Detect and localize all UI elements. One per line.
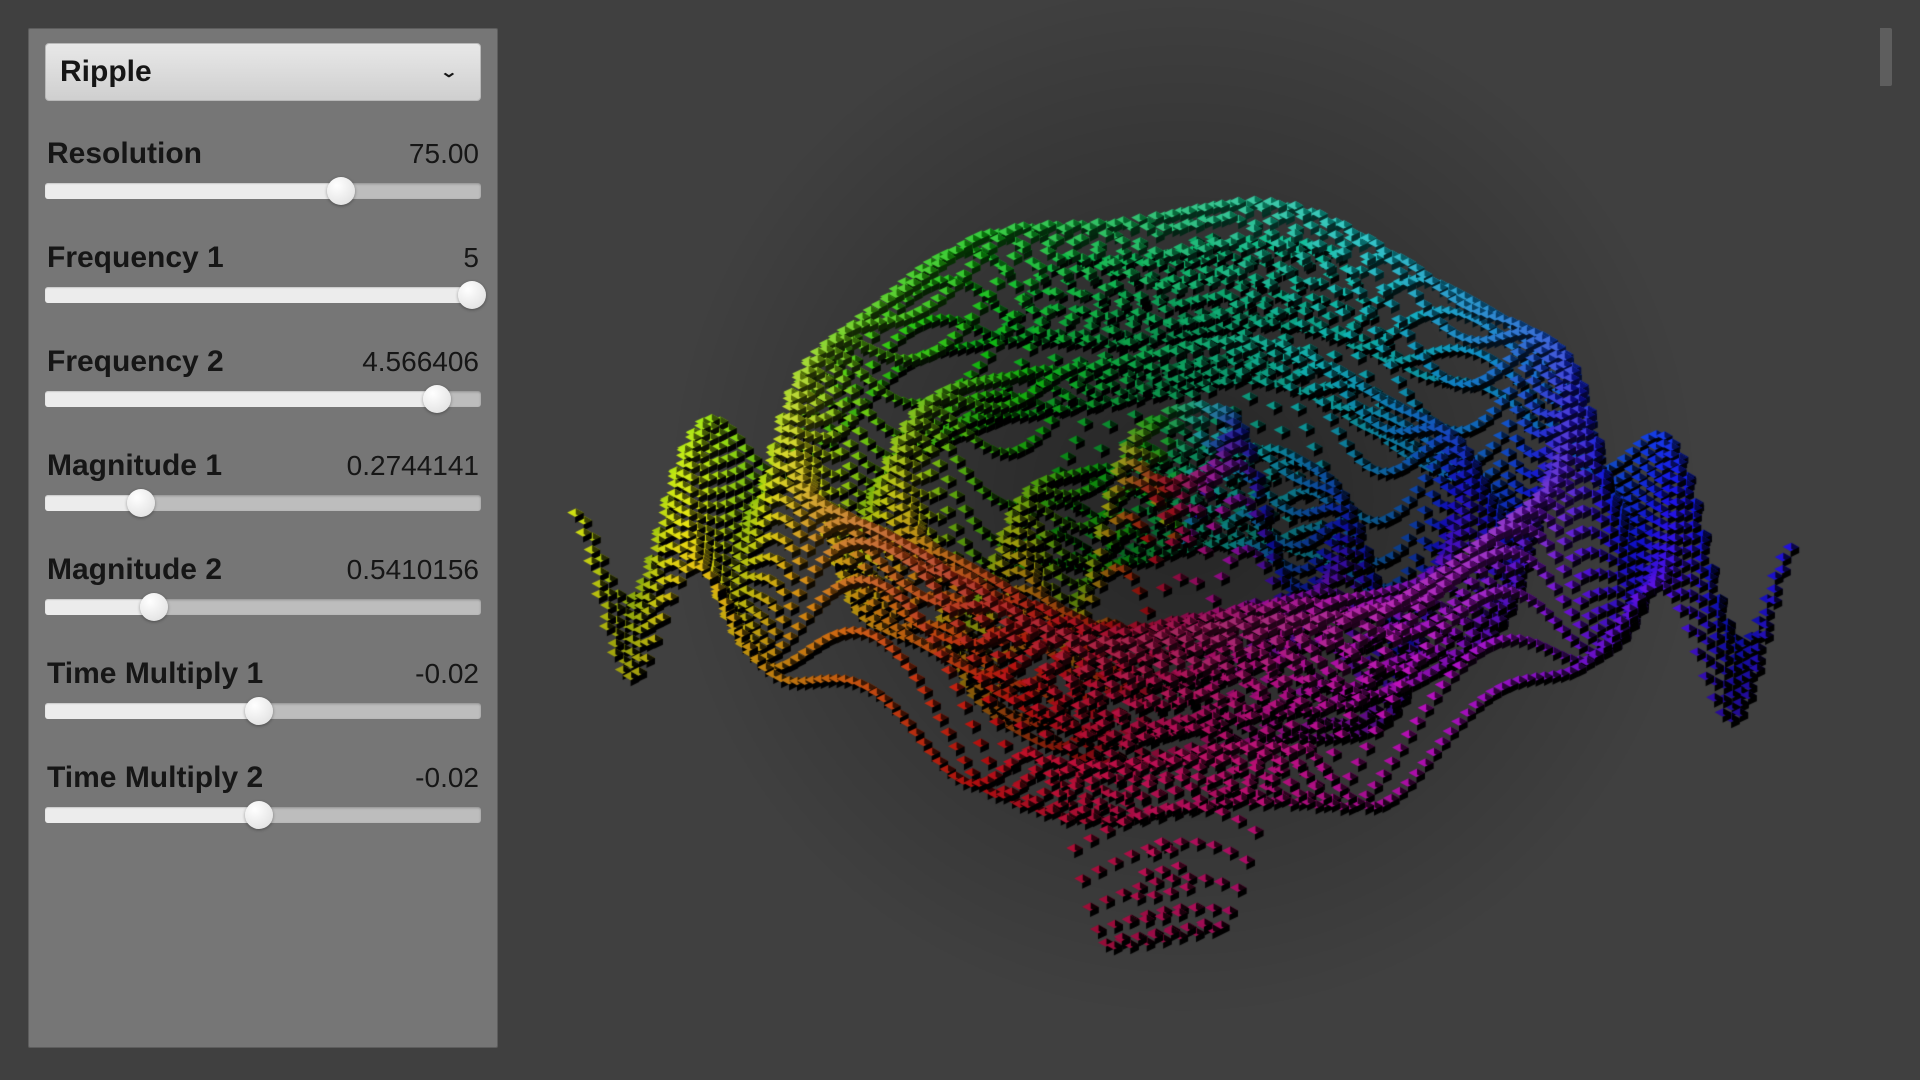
slider[interactable] xyxy=(45,281,481,309)
param-resolution: Resolution 75.00 xyxy=(45,137,481,205)
param-value: 0.5410156 xyxy=(347,554,479,586)
slider-thumb[interactable] xyxy=(140,593,168,621)
param-label: Magnitude 2 xyxy=(47,553,222,587)
slider[interactable] xyxy=(45,593,481,621)
slider-thumb[interactable] xyxy=(458,281,486,309)
slider[interactable] xyxy=(45,801,481,829)
param-magnitude-2: Magnitude 2 0.5410156 xyxy=(45,553,481,621)
surface-canvas xyxy=(540,0,1880,1080)
param-frequency-1: Frequency 1 5 xyxy=(45,241,481,309)
slider[interactable] xyxy=(45,385,481,413)
control-panel: Ripple ⌄ Resolution75.00Frequency 15Freq… xyxy=(28,28,498,1048)
param-value: -0.02 xyxy=(415,658,479,690)
slider-thumb[interactable] xyxy=(127,489,155,517)
function-dropdown[interactable]: Ripple ⌄ xyxy=(45,43,481,101)
slider-thumb[interactable] xyxy=(423,385,451,413)
param-label: Resolution xyxy=(47,137,202,171)
param-time-multiply-1: Time Multiply 1 -0.02 xyxy=(45,657,481,725)
param-label: Time Multiply 2 xyxy=(47,761,263,795)
param-label: Time Multiply 1 xyxy=(47,657,263,691)
param-label: Frequency 1 xyxy=(47,241,224,275)
param-value: 75.00 xyxy=(409,138,479,170)
param-label: Frequency 2 xyxy=(47,345,224,379)
param-value: 4.566406 xyxy=(362,346,479,378)
slider[interactable] xyxy=(45,697,481,725)
param-value: 0.2744141 xyxy=(347,450,479,482)
param-value: 5 xyxy=(463,242,479,274)
param-time-multiply-2: Time Multiply 2 -0.02 xyxy=(45,761,481,829)
param-frequency-2: Frequency 2 4.566406 xyxy=(45,345,481,413)
slider-thumb[interactable] xyxy=(327,177,355,205)
param-label: Magnitude 1 xyxy=(47,449,222,483)
param-magnitude-1: Magnitude 1 0.2744141 xyxy=(45,449,481,517)
viewport-3d[interactable] xyxy=(540,0,1880,1080)
function-dropdown-label: Ripple xyxy=(60,55,152,89)
slider[interactable] xyxy=(45,489,481,517)
slider[interactable] xyxy=(45,177,481,205)
chevron-down-icon: ⌄ xyxy=(440,63,458,81)
param-value: -0.02 xyxy=(415,762,479,794)
slider-thumb[interactable] xyxy=(245,697,273,725)
slider-thumb[interactable] xyxy=(245,801,273,829)
